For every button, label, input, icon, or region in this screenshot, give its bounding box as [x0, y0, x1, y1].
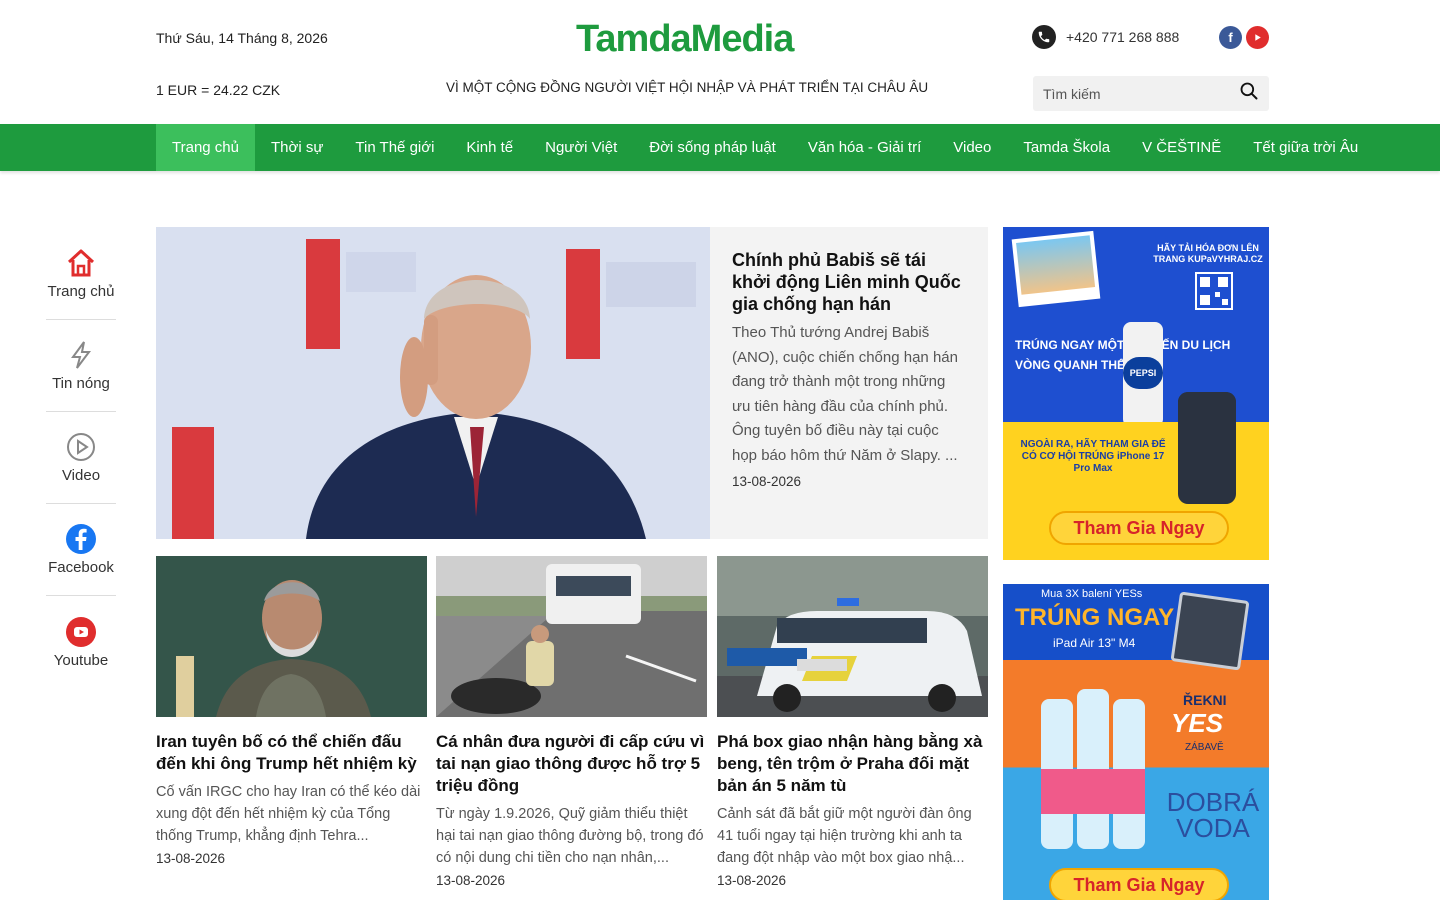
article-card[interactable]: Cá nhân đưa người đi cấp cứu vì tai nạn … — [436, 556, 707, 888]
article-title[interactable]: Iran tuyên bố có thể chiến đấu đến khi ô… — [156, 731, 427, 775]
article-title[interactable]: Cá nhân đưa người đi cấp cứu vì tai nạn … — [436, 731, 707, 797]
featured-article[interactable]: Chính phủ Babiš sẽ tái khởi động Liên mi… — [156, 227, 988, 539]
nav-item[interactable]: Video — [937, 124, 1007, 171]
nav-item[interactable]: Tin Thế giới — [339, 124, 450, 171]
ipad-image — [1170, 591, 1250, 671]
iphone-overlay — [1178, 392, 1236, 504]
sidebar-item-label: Trang chủ — [47, 283, 115, 300]
article-date: 13-08-2026 — [436, 873, 506, 888]
search-input[interactable] — [1043, 85, 1239, 102]
article-image[interactable] — [436, 556, 707, 717]
phone-icon — [1032, 25, 1056, 49]
nav-list: Trang chủ Thời sự Tin Thế giới Kinh tế Người… — [156, 124, 1374, 171]
ad-brand-small: ŘEKNI — [1183, 692, 1227, 708]
nav-item[interactable]: Tết giữa trời Âu — [1237, 124, 1374, 171]
search-icon[interactable] — [1239, 81, 1259, 106]
join-now-button[interactable]: Tham Gia Ngay — [1049, 511, 1229, 545]
article-title[interactable]: Phá box giao nhận hàng bằng xà beng, tên… — [717, 731, 988, 797]
nav-item[interactable]: Thời sự — [255, 124, 339, 171]
article-card[interactable]: Phá box giao nhận hàng bằng xà beng, tên… — [717, 556, 988, 888]
ad-product: iPad Air 13" M4 — [1053, 636, 1136, 650]
search-box — [1033, 76, 1269, 111]
play-icon — [65, 431, 97, 463]
featured-date: 13-08-2026 — [732, 474, 802, 489]
ad-subtext: NGOÀI RA, HÃY THAM GIA ĐỂ CÓ CƠ HỘI TRÚN… — [1020, 439, 1166, 474]
sidebar-item-youtube[interactable]: Youtube — [46, 596, 116, 688]
qr-code — [1195, 272, 1233, 310]
nav-item[interactable]: Văn hóa - Giải trí — [792, 124, 937, 171]
ad-photo — [1011, 230, 1101, 308]
pepsi-logo: PEPSI — [1123, 357, 1163, 389]
left-sidebar: Trang chủ Tin nóng Video Facebook Youtube — [46, 228, 116, 688]
article-description: Cố vấn IRGC cho hay Iran có thể kéo dài … — [156, 784, 421, 844]
yes-water-ad-banner[interactable]: Mua 3X balení YESs TRÚNG NGAY iPad Air 1… — [1003, 584, 1269, 900]
youtube-icon — [65, 616, 97, 648]
lightning-icon — [65, 339, 97, 371]
sidebar-item-label: Facebook — [48, 559, 114, 576]
sidebar-item-label: Tin nóng — [52, 375, 110, 392]
sidebar-item-video[interactable]: Video — [46, 412, 116, 504]
social-links: f — [1219, 26, 1269, 49]
ad-brand-small2: ZÁBAVĚ — [1185, 742, 1224, 753]
article-description: Cảnh sát đã bắt giữ một người đàn ông 41… — [717, 806, 972, 866]
ad-top-text: Mua 3X balení YESs — [1041, 588, 1143, 600]
water-bottles — [1033, 679, 1153, 859]
ad-slogan: DOBRÁ VODA — [1166, 787, 1260, 843]
featured-text: Chính phủ Babiš sẽ tái khởi động Liên mi… — [710, 227, 988, 539]
sidebar-item-label: Video — [61, 467, 101, 484]
nav-item[interactable]: Đời sống pháp luật — [633, 124, 792, 171]
article-card[interactable]: Iran tuyên bố có thể chiến đấu đến khi ô… — [156, 556, 427, 866]
nav-item[interactable]: Trang chủ — [156, 124, 255, 171]
exchange-rate: 1 EUR = 24.22 CZK — [156, 82, 281, 98]
nav-item[interactable]: Tamda Škola — [1007, 124, 1126, 171]
ad-headline: TRÚNG NGAY — [1015, 604, 1175, 631]
featured-description: Theo Thủ tướng Andrej Babiš (ANO), cuộc … — [732, 324, 958, 464]
facebook-icon[interactable]: f — [1219, 26, 1242, 49]
sidebar-item-tin-nóng[interactable]: Tin nóng — [46, 320, 116, 412]
pepsi-ad-banner[interactable]: HÃY TẢI HÓA ĐƠN LÊN TRANG KUPaVYHRAJ.CZ … — [1003, 227, 1269, 560]
article-date: 13-08-2026 — [717, 873, 787, 888]
phone-number: +420 771 268 888 — [1066, 29, 1180, 45]
facebook-icon — [65, 523, 97, 555]
sidebar-item-trang-chủ[interactable]: Trang chủ — [46, 228, 116, 320]
sidebar-item-facebook[interactable]: Facebook — [46, 504, 116, 596]
site-header: Thứ Sáu, 14 Tháng 8, 2026 1 EUR = 24.22 … — [0, 0, 1440, 124]
featured-image[interactable] — [156, 227, 710, 539]
nav-item[interactable]: Người Việt — [529, 124, 633, 171]
article-image[interactable] — [156, 556, 427, 717]
article-date: 13-08-2026 — [156, 851, 226, 866]
main-nav: Trang chủ Thời sự Tin Thế giới Kinh tế Người… — [0, 124, 1440, 171]
site-tagline: VÌ MỘT CỘNG ĐỒNG NGƯỜI VIỆT HỘI NHẬP VÀ … — [446, 80, 929, 95]
pepsi-bottle: PEPSI — [1123, 322, 1163, 427]
article-image[interactable] — [717, 556, 988, 717]
featured-title[interactable]: Chính phủ Babiš sẽ tái khởi động Liên mi… — [732, 249, 966, 315]
home-icon — [65, 247, 97, 279]
ad-top-text: HÃY TẢI HÓA ĐƠN LÊN TRANG KUPaVYHRAJ.CZ — [1153, 243, 1263, 264]
nav-item[interactable]: V ČEŠTINĚ — [1126, 124, 1237, 171]
youtube-icon[interactable] — [1246, 26, 1269, 49]
nav-item[interactable]: Kinh tế — [450, 124, 529, 171]
article-description: Từ ngày 1.9.2026, Quỹ giảm thiểu thiệt h… — [436, 806, 704, 866]
contact-phone[interactable]: +420 771 268 888 — [1032, 25, 1179, 49]
yes-logo: YES — [1171, 708, 1224, 738]
sidebar-item-label: Youtube — [53, 651, 109, 669]
current-date: Thứ Sáu, 14 Tháng 8, 2026 — [156, 30, 328, 46]
join-now-button[interactable]: Tham Gia Ngay — [1049, 868, 1229, 900]
site-logo[interactable]: TamdaMedia — [576, 18, 794, 61]
